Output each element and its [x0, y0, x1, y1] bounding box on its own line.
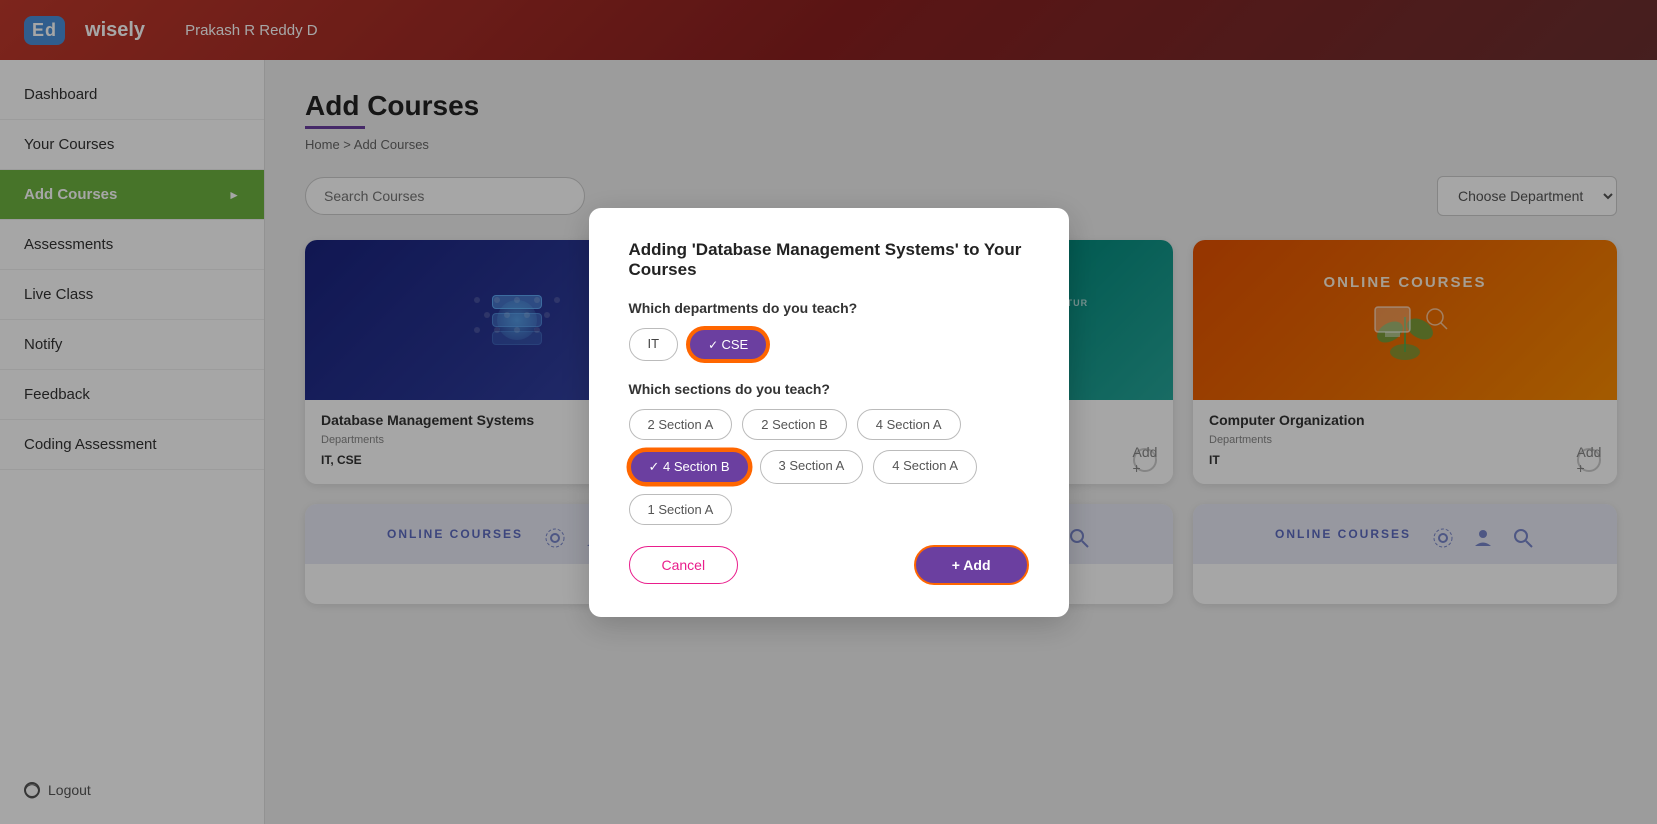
modal-section-chips-row3: 1 Section A — [629, 494, 1029, 525]
modal-section-question: Which sections do you teach? — [629, 381, 1029, 397]
modal-section-chips-row2: ✓ 4 Section B 3 Section A 4 Section A — [629, 450, 1029, 484]
cancel-button[interactable]: Cancel — [629, 546, 739, 584]
chip-2sa[interactable]: 2 Section A — [629, 409, 733, 440]
chip-cse[interactable]: CSE — [688, 328, 768, 361]
modal-dept-question: Which departments do you teach? — [629, 300, 1029, 316]
modal-actions: Cancel + Add — [629, 545, 1029, 585]
modal-dept-chips: IT CSE — [629, 328, 1029, 361]
chip-4sa1[interactable]: 4 Section A — [857, 409, 961, 440]
chip-it[interactable]: IT — [629, 328, 679, 361]
modal-section-chips: 2 Section A 2 Section B 4 Section A — [629, 409, 1029, 440]
add-button[interactable]: + Add — [914, 545, 1029, 585]
chip-4sb[interactable]: ✓ 4 Section B — [629, 450, 750, 484]
chip-1sa[interactable]: 1 Section A — [629, 494, 733, 525]
chip-3sa[interactable]: 3 Section A — [760, 450, 864, 484]
modal-title: Adding 'Database Management Systems' to … — [629, 240, 1029, 280]
modal-overlay[interactable]: Adding 'Database Management Systems' to … — [0, 0, 1657, 824]
chip-2sb[interactable]: 2 Section B — [742, 409, 847, 440]
modal: Adding 'Database Management Systems' to … — [589, 208, 1069, 617]
chip-4sa2[interactable]: 4 Section A — [873, 450, 977, 484]
